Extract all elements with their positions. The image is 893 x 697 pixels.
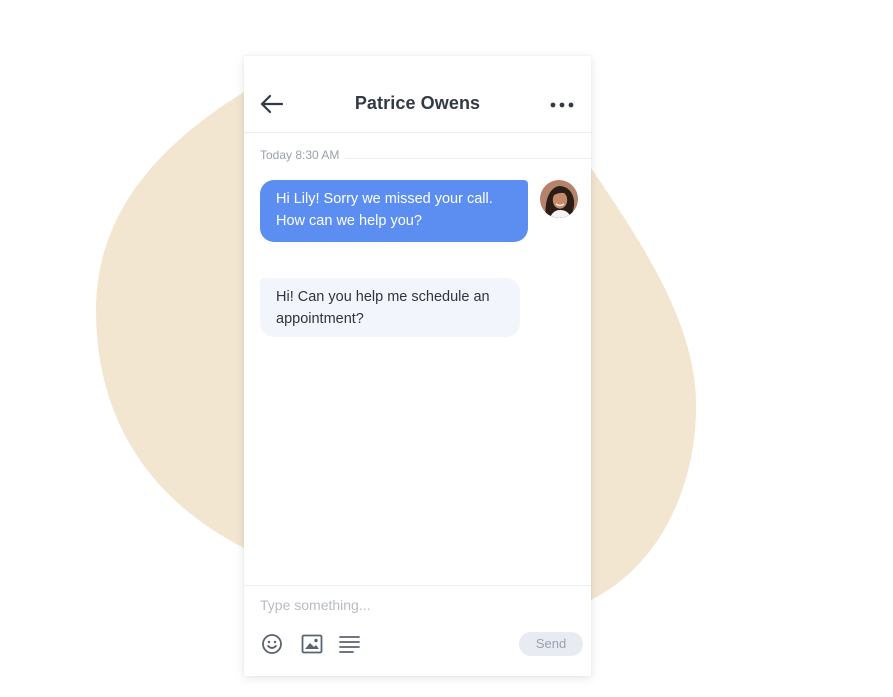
- stage: Patrice Owens Today 8:30 AM Hi Lily! Sor…: [0, 0, 893, 697]
- image-button[interactable]: [300, 632, 324, 656]
- image-icon: [301, 634, 323, 654]
- more-options-button[interactable]: [547, 96, 577, 114]
- emoji-button[interactable]: [260, 632, 284, 656]
- send-button[interactable]: Send: [519, 632, 583, 656]
- more-horizontal-icon: [550, 102, 574, 108]
- avatar-photo: [540, 180, 578, 218]
- message-input[interactable]: [260, 594, 560, 616]
- timestamp-divider: Today 8:30 AM: [260, 148, 591, 164]
- outgoing-message: Hi Lily! Sorry we missed your call. How …: [260, 180, 528, 242]
- chat-window: Patrice Owens Today 8:30 AM Hi Lily! Sor…: [244, 56, 591, 676]
- back-button[interactable]: [258, 92, 286, 116]
- smiley-icon: [262, 634, 282, 654]
- message-composer: Send: [244, 585, 591, 677]
- chat-header: Patrice Owens: [244, 56, 591, 133]
- avatar: [540, 180, 578, 218]
- template-button[interactable]: [338, 632, 362, 656]
- arrow-left-icon: [260, 94, 284, 114]
- incoming-message: Hi! Can you help me schedule an appointm…: [260, 278, 520, 337]
- message-timestamp: Today 8:30 AM: [260, 148, 346, 162]
- text-lines-icon: [339, 636, 360, 653]
- contact-name: Patrice Owens: [354, 93, 481, 113]
